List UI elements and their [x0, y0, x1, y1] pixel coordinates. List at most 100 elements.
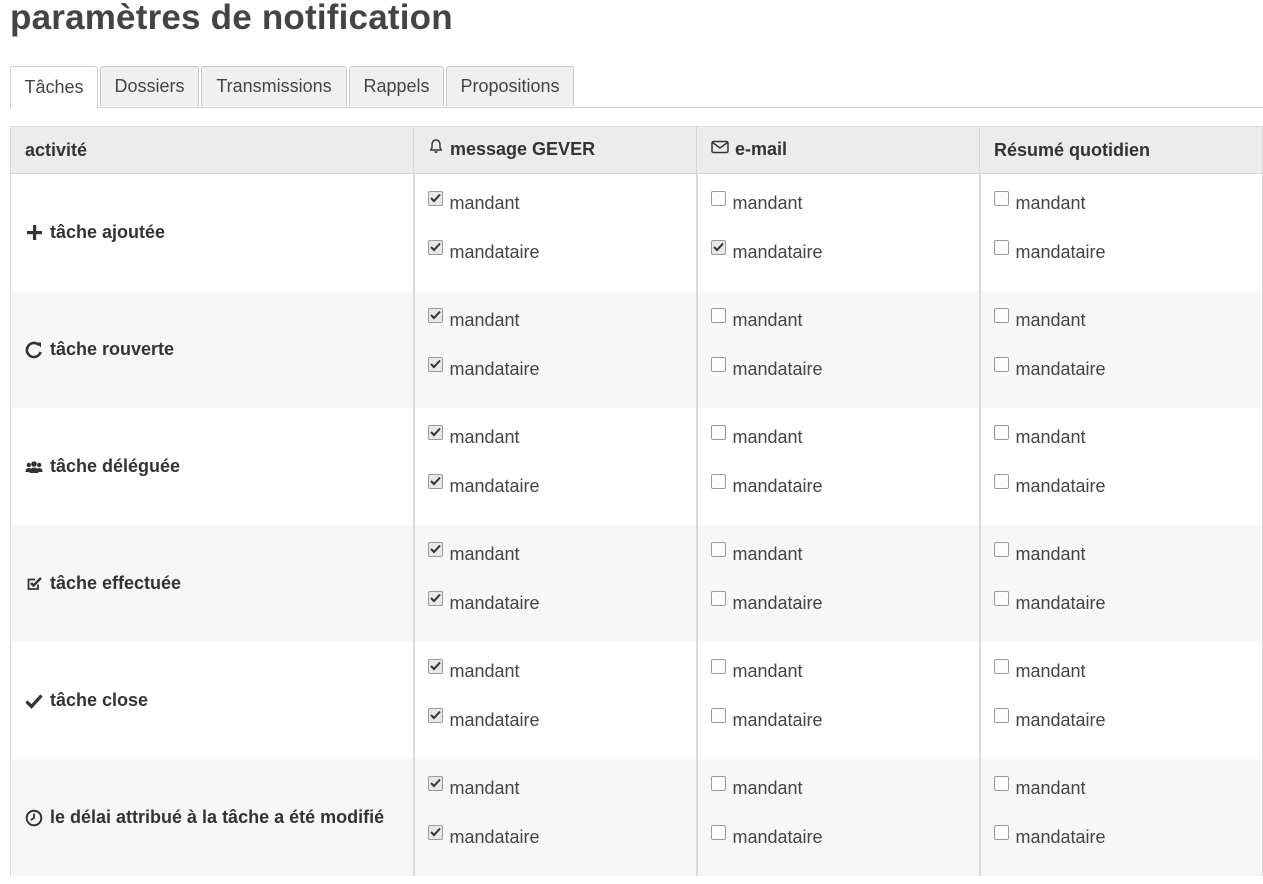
- gever-mandant-checkbox[interactable]: [427, 307, 443, 323]
- tab-transmissions[interactable]: Transmissions: [201, 66, 347, 106]
- digest-mandataire-checkbox[interactable]: [993, 473, 1009, 489]
- email-mandant-checkbox[interactable]: [710, 307, 726, 323]
- mandant-label: mandant: [449, 192, 520, 213]
- email-mandant-option[interactable]: mandant: [698, 775, 979, 800]
- gever-mandataire-checkbox[interactable]: [427, 356, 443, 372]
- email-mandant-checkbox[interactable]: [710, 424, 726, 440]
- mandataire-label: mandataire: [449, 592, 540, 613]
- digest-mandant-option[interactable]: mandant: [981, 541, 1263, 566]
- gever-mandataire-option[interactable]: mandataire: [415, 590, 696, 615]
- email-mandataire-checkbox[interactable]: [710, 824, 726, 840]
- tab-propositions[interactable]: Propositions: [446, 66, 574, 106]
- email-mandataire-option[interactable]: mandataire: [698, 239, 979, 264]
- email-mandataire-checkbox[interactable]: [710, 356, 726, 372]
- gever-mandant-option[interactable]: mandant: [415, 307, 696, 332]
- digest-mandant-option[interactable]: mandant: [981, 658, 1263, 683]
- gever-mandant-option[interactable]: mandant: [415, 424, 696, 449]
- digest-mandataire-option[interactable]: mandataire: [981, 824, 1263, 849]
- gever-mandataire-checkbox[interactable]: [427, 473, 443, 489]
- digest-mandant-checkbox[interactable]: [993, 658, 1009, 674]
- mandant-label: mandant: [732, 660, 803, 681]
- activity-label: tâche déléguée: [50, 456, 181, 476]
- activity-label: tâche effectuée: [50, 573, 182, 593]
- email-mandataire-checkbox[interactable]: [710, 473, 726, 489]
- email-mandataire-option[interactable]: mandataire: [698, 824, 979, 849]
- gever-mandant-option[interactable]: mandant: [415, 541, 696, 566]
- email-mandataire-option[interactable]: mandataire: [698, 590, 979, 615]
- digest-cell: mandant mandataire: [978, 173, 1263, 291]
- digest-mandataire-checkbox[interactable]: [993, 590, 1009, 606]
- gever-mandataire-option[interactable]: mandataire: [415, 473, 696, 498]
- mandant-label: mandant: [449, 543, 520, 564]
- digest-mandataire-checkbox[interactable]: [993, 707, 1009, 723]
- gever-mandant-checkbox[interactable]: [427, 541, 443, 557]
- digest-mandant-option[interactable]: mandant: [981, 307, 1263, 332]
- tab-dossiers[interactable]: Dossiers: [100, 66, 199, 106]
- email-mandant-option[interactable]: mandant: [698, 424, 979, 449]
- email-mandataire-checkbox[interactable]: [710, 707, 726, 723]
- gever-mandant-checkbox[interactable]: [427, 190, 443, 206]
- envelope-icon: [711, 138, 729, 159]
- email-mandataire-checkbox[interactable]: [710, 239, 726, 255]
- table-row: le délai attribué à la tâche a été modif…: [10, 759, 1263, 876]
- email-mandant-option[interactable]: mandant: [698, 658, 979, 683]
- gever-mandant-checkbox[interactable]: [427, 775, 443, 791]
- gever-mandataire-option[interactable]: mandataire: [415, 356, 696, 381]
- digest-mandataire-option[interactable]: mandataire: [981, 707, 1263, 732]
- activity-cell: tâche close: [10, 642, 414, 759]
- column-header-digest: Résumé quotidien: [979, 126, 1263, 174]
- email-mandataire-checkbox[interactable]: [710, 590, 726, 606]
- email-mandant-checkbox[interactable]: [710, 541, 726, 557]
- tab-taches[interactable]: Tâches: [10, 66, 98, 108]
- email-mandant-option[interactable]: mandant: [698, 541, 979, 566]
- email-mandant-option[interactable]: mandant: [698, 307, 979, 332]
- digest-mandataire-option[interactable]: mandataire: [981, 473, 1263, 498]
- digest-mandataire-option[interactable]: mandataire: [981, 590, 1263, 615]
- digest-mandataire-checkbox[interactable]: [993, 239, 1009, 255]
- digest-mandant-checkbox[interactable]: [993, 424, 1009, 440]
- email-mandant-option[interactable]: mandant: [698, 190, 979, 215]
- gever-cell: mandant mandataire: [412, 291, 697, 408]
- email-mandant-checkbox[interactable]: [710, 775, 726, 791]
- mandataire-label: mandataire: [732, 709, 823, 730]
- email-mandant-checkbox[interactable]: [710, 190, 726, 206]
- digest-mandant-checkbox[interactable]: [993, 541, 1009, 557]
- bell-icon: [428, 138, 444, 159]
- tab-rappels[interactable]: Rappels: [349, 66, 444, 106]
- digest-mandant-checkbox[interactable]: [993, 307, 1009, 323]
- gever-mandataire-checkbox[interactable]: [427, 590, 443, 606]
- mandant-label: mandant: [732, 543, 803, 564]
- gever-mandant-checkbox[interactable]: [427, 424, 443, 440]
- gever-mandant-option[interactable]: mandant: [415, 658, 696, 683]
- column-header-email-label: e-mail: [735, 139, 788, 160]
- digest-mandataire-option[interactable]: mandataire: [981, 356, 1263, 381]
- email-mandataire-option[interactable]: mandataire: [698, 356, 979, 381]
- gever-mandataire-checkbox[interactable]: [427, 239, 443, 255]
- email-cell: mandant mandataire: [695, 291, 980, 408]
- mandataire-label: mandataire: [1015, 475, 1106, 496]
- gever-mandataire-checkbox[interactable]: [427, 707, 443, 723]
- gever-cell: mandant mandataire: [412, 408, 697, 525]
- email-mandataire-option[interactable]: mandataire: [698, 473, 979, 498]
- gever-mandataire-checkbox[interactable]: [427, 824, 443, 840]
- notification-settings-table: activité message GEVER e-mail Résumé quo…: [10, 126, 1263, 876]
- email-mandataire-option[interactable]: mandataire: [698, 707, 979, 732]
- digest-mandant-option[interactable]: mandant: [981, 190, 1263, 215]
- table-header-row: activité message GEVER e-mail Résumé quo…: [10, 126, 1263, 174]
- gever-mandataire-option[interactable]: mandataire: [415, 239, 696, 264]
- gever-mandant-checkbox[interactable]: [427, 658, 443, 674]
- gever-mandataire-option[interactable]: mandataire: [415, 707, 696, 732]
- email-mandant-checkbox[interactable]: [710, 658, 726, 674]
- digest-mandataire-checkbox[interactable]: [993, 356, 1009, 372]
- digest-mandant-option[interactable]: mandant: [981, 775, 1263, 800]
- gever-mandant-option[interactable]: mandant: [415, 190, 696, 215]
- mandant-label: mandant: [449, 660, 520, 681]
- gever-mandant-option[interactable]: mandant: [415, 775, 696, 800]
- digest-mandant-checkbox[interactable]: [993, 190, 1009, 206]
- digest-mandataire-checkbox[interactable]: [993, 824, 1009, 840]
- gever-mandataire-option[interactable]: mandataire: [415, 824, 696, 849]
- digest-mandataire-option[interactable]: mandataire: [981, 239, 1263, 264]
- digest-mandant-checkbox[interactable]: [993, 775, 1009, 791]
- digest-mandant-option[interactable]: mandant: [981, 424, 1263, 449]
- mandataire-label: mandataire: [449, 826, 540, 847]
